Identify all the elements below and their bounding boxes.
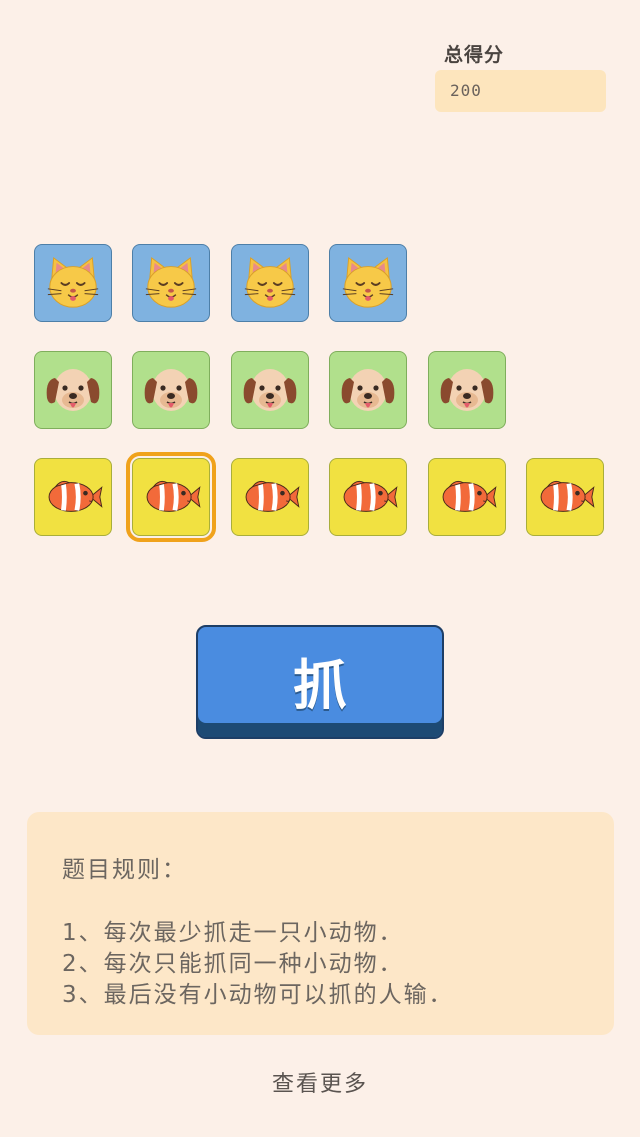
clownfish-icon [239, 474, 301, 520]
fish-tile[interactable] [428, 458, 506, 536]
dog-tile[interactable] [329, 351, 407, 429]
cat-icon [46, 256, 100, 309]
rule-item: 1、每次最少抓走一只小动物． [62, 920, 404, 946]
dog-tile[interactable] [132, 351, 210, 429]
dog-icon [340, 368, 396, 412]
cat-tile[interactable] [34, 244, 112, 322]
fish-tile[interactable] [231, 458, 309, 536]
dog-icon [143, 368, 199, 412]
fish-tile[interactable] [34, 458, 112, 536]
cat-tile[interactable] [231, 244, 309, 322]
cat-tile[interactable] [132, 244, 210, 322]
cat-icon [243, 256, 297, 309]
dog-icon [45, 368, 101, 412]
clownfish-icon [42, 474, 104, 520]
cat-icon [144, 256, 198, 309]
rule-item: 2、每次只能抓同一种小动物． [62, 951, 404, 977]
dog-tile[interactable] [231, 351, 309, 429]
grab-button-label: 抓 [293, 654, 347, 717]
dog-icon [242, 368, 298, 412]
score-label: 总得分 [444, 44, 505, 66]
cat-tile[interactable] [329, 244, 407, 322]
clownfish-icon [436, 474, 498, 520]
dog-tile[interactable] [428, 351, 506, 429]
fish-tile[interactable] [329, 458, 407, 536]
clownfish-icon [140, 474, 202, 520]
fish-tile-selected[interactable] [126, 452, 216, 542]
clownfish-icon [337, 474, 399, 520]
grab-button[interactable]: 抓 [196, 625, 444, 739]
fish-tile[interactable] [526, 458, 604, 536]
view-more-link[interactable]: 查看更多 [0, 1066, 640, 1098]
clownfish-icon [534, 474, 596, 520]
cat-icon [341, 256, 395, 309]
rules-title: 题目规则： [62, 857, 187, 883]
rule-item: 3、最后没有小动物可以抓的人输． [62, 982, 454, 1008]
dog-tile[interactable] [34, 351, 112, 429]
dog-icon [439, 368, 495, 412]
score-box: 200 [435, 70, 606, 112]
rules-card: 题目规则： 1、每次最少抓走一只小动物． 2、每次只能抓同一种小动物． 3、最后… [27, 812, 614, 1035]
